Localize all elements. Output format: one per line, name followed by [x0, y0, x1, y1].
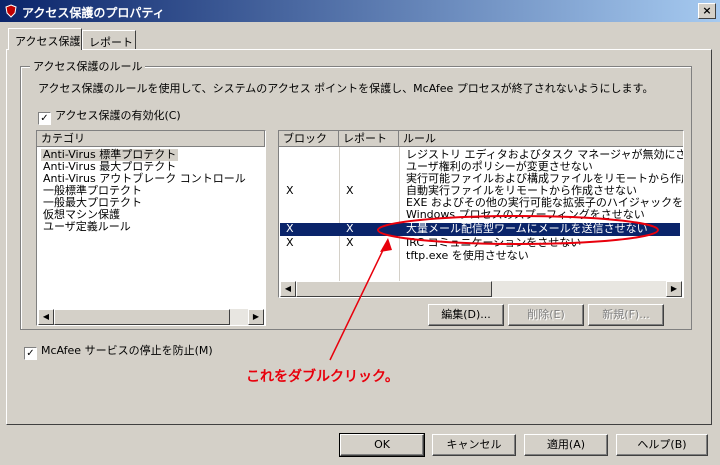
scroll-right-icon[interactable]: ▶	[248, 309, 264, 325]
ok-button[interactable]: OK	[339, 433, 425, 457]
apply-button[interactable]: 適用(A)	[524, 434, 608, 456]
annotation-text: これをダブルクリック。	[246, 369, 399, 385]
rule-cell: Windows プロセスのスプーフィングをさせない	[406, 208, 645, 221]
enable-access-protection-checkbox[interactable]: ✓ アクセス保護の有効化(C)	[38, 107, 181, 125]
check-icon: ✓	[38, 112, 51, 125]
delete-button[interactable]: 削除(E)	[508, 304, 584, 326]
scroll-left-icon[interactable]: ◀	[280, 281, 296, 297]
rules-list[interactable]: ブロック レポート ルール レジストリ エディタおよびタスク マネージャが無効に…	[278, 130, 684, 298]
report-cell: X	[346, 222, 354, 235]
block-cell: X	[286, 222, 294, 235]
scroll-thumb[interactable]	[296, 281, 492, 297]
category-header[interactable]: カテゴリ	[37, 131, 265, 147]
title-bar: アクセス保護のプロパティ ×	[0, 0, 720, 22]
rule-row[interactable]: Windows プロセスのスプーフィングをさせない	[280, 209, 680, 221]
rule-cell: IRC コミュニケーションをさせない	[406, 236, 582, 249]
rule-row[interactable]: X X IRC コミュニケーションをさせない	[280, 237, 680, 249]
scroll-left-icon[interactable]: ◀	[38, 309, 54, 325]
help-button[interactable]: ヘルプ(B)	[616, 434, 708, 456]
category-scrollbar[interactable]: ◀ ▶	[38, 309, 264, 325]
rule-cell: 大量メール配信型ワームにメールを送信させない	[406, 222, 648, 235]
tab-access-protection[interactable]: アクセス保護	[8, 28, 82, 50]
enable-label: アクセス保護の有効化(C)	[55, 109, 181, 122]
category-list[interactable]: カテゴリ Anti-Virus 標準プロテクト Anti-Virus 最大プロテ…	[36, 130, 266, 326]
mcafee-shield-icon	[5, 4, 17, 18]
block-cell: X	[286, 184, 294, 197]
rule-row-selected[interactable]: X X 大量メール配信型ワームにメールを送信させない	[280, 223, 680, 236]
check-icon: ✓	[24, 347, 37, 360]
column-header-block[interactable]: ブロック	[279, 131, 339, 147]
groupbox-label: アクセス保護のルール	[30, 58, 146, 74]
new-button[interactable]: 新規(F)...	[588, 304, 664, 326]
tab-report[interactable]: レポート	[82, 30, 136, 49]
close-button[interactable]: ×	[698, 3, 716, 19]
report-cell: X	[346, 236, 354, 249]
rules-scrollbar[interactable]: ◀ ▶	[280, 281, 682, 297]
edit-button[interactable]: 編集(D)...	[428, 304, 504, 326]
window-title: アクセス保護のプロパティ	[22, 6, 165, 20]
description-text: アクセス保護のルールを使用して、システムのアクセス ポイントを保護し、McAfe…	[38, 82, 654, 95]
scroll-thumb[interactable]	[54, 309, 230, 325]
prevent-stop-label: McAfee サービスの停止を防止(M)	[41, 344, 213, 357]
category-item[interactable]: ユーザ定義ルール	[41, 221, 133, 233]
rule-row[interactable]: tftp.exe を使用させない	[280, 250, 680, 262]
cancel-button[interactable]: キャンセル	[432, 434, 516, 456]
prevent-stop-service-checkbox[interactable]: ✓ McAfee サービスの停止を防止(M)	[24, 342, 213, 360]
column-header-rule[interactable]: ルール	[399, 131, 683, 147]
column-header-report[interactable]: レポート	[339, 131, 399, 147]
scroll-right-icon[interactable]: ▶	[666, 281, 682, 297]
block-cell: X	[286, 236, 294, 249]
report-cell: X	[346, 184, 354, 197]
rule-cell: tftp.exe を使用させない	[406, 249, 529, 262]
